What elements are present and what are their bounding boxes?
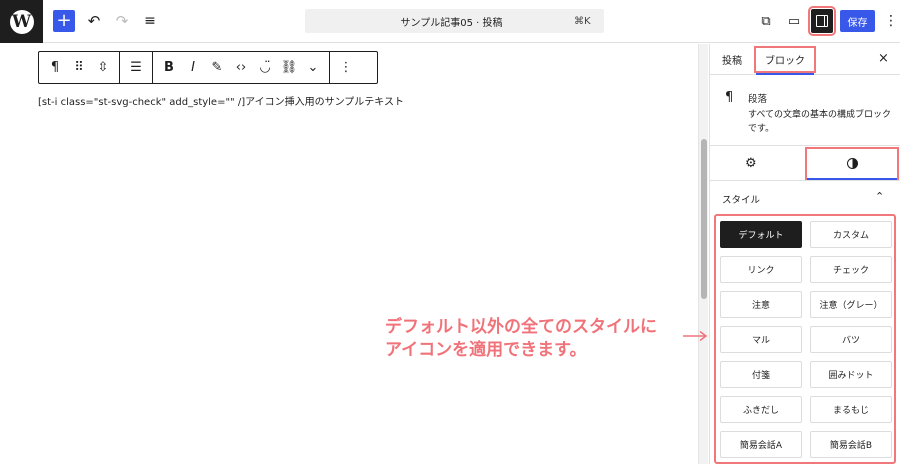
- sidebar-tabs: 投稿 ブロック ×: [710, 44, 900, 75]
- close-icon[interactable]: ×: [878, 51, 889, 66]
- style-round-letter-button[interactable]: まるもじ: [810, 396, 892, 423]
- settings-toggle-button[interactable]: [808, 6, 836, 36]
- chevron-up-icon[interactable]: ⌃: [875, 190, 884, 203]
- style-custom-button[interactable]: カスタム: [810, 221, 892, 248]
- style-caution-gray-button[interactable]: 注意（グレー）: [810, 291, 892, 318]
- align-icon[interactable]: ☰: [124, 56, 148, 80]
- redo-icon[interactable]: ↷: [112, 10, 132, 32]
- style-speech-bubble-button[interactable]: ふきだし: [720, 396, 802, 423]
- move-up-down-icon[interactable]: ⇳: [91, 56, 115, 80]
- preview-icon[interactable]: ▭: [785, 10, 803, 32]
- link-icon[interactable]: ⛓: [277, 56, 301, 80]
- block-options-icon[interactable]: ⋮: [334, 56, 358, 80]
- block-card: ¶ 段落 すべての文章の基本の構成ブロックです。: [710, 76, 900, 146]
- command-shortcut: ⌘K: [574, 15, 591, 27]
- annotation-callout: デフォルト以外の全てのスタイルに アイコンを適用できます。: [385, 316, 657, 362]
- command-bar[interactable]: サンプル記事05 · 投稿 ⌘K: [305, 9, 604, 33]
- paragraph-icon[interactable]: ¶: [43, 56, 67, 80]
- style-sticky-note-button[interactable]: 付箋: [720, 361, 802, 388]
- canvas-scrollbar[interactable]: [698, 44, 708, 464]
- tab-post[interactable]: 投稿: [722, 44, 742, 75]
- style-circle-button[interactable]: マル: [720, 326, 802, 353]
- annotation-line-2: アイコンを適用できます。: [385, 340, 587, 360]
- code-icon[interactable]: ‹›: [229, 56, 253, 80]
- highlight-icon[interactable]: ✎: [205, 56, 229, 80]
- editor-canvas[interactable]: ¶ ⠿ ⇳ ☰ B I ✎ ‹› ◡̈ ⛓ ⌄ ⋮ [st-i class="s…: [0, 44, 700, 464]
- italic-icon[interactable]: I: [181, 56, 205, 80]
- list-view-icon[interactable]: ≡: [140, 10, 160, 32]
- paragraph-block-icon: ¶: [725, 90, 734, 105]
- style-link-button[interactable]: リンク: [720, 256, 802, 283]
- tab-styles[interactable]: [805, 147, 899, 180]
- gear-icon[interactable]: ⚙: [745, 156, 757, 171]
- sidebar-panel-icon: [816, 15, 828, 27]
- annotation-arrow-icon: [683, 330, 708, 342]
- style-check-button[interactable]: チェック: [810, 256, 892, 283]
- block-toolbar-group-options: ⋮: [329, 52, 362, 83]
- style-caution-button[interactable]: 注意: [720, 291, 802, 318]
- style-cross-button[interactable]: バツ: [810, 326, 892, 353]
- chevron-down-icon[interactable]: ⌄: [301, 56, 325, 80]
- wordpress-logo[interactable]: W: [0, 0, 43, 43]
- editor-header: W + ↶ ↷ ≡ サンプル記事05 · 投稿 ⌘K ⧉ ▭ 保存 ⋮: [0, 0, 900, 43]
- bold-icon[interactable]: B: [157, 56, 181, 80]
- view-post-icon[interactable]: ⧉: [757, 10, 775, 32]
- styles-panel-heading[interactable]: スタイル: [722, 192, 760, 206]
- tab-block[interactable]: ブロック: [754, 46, 816, 75]
- drag-handle-icon[interactable]: ⠿: [67, 56, 91, 80]
- annotation-line-1: デフォルト以外の全てのスタイルに: [385, 317, 657, 337]
- block-toolbar: ¶ ⠿ ⇳ ☰ B I ✎ ‹› ◡̈ ⛓ ⌄ ⋮: [38, 51, 378, 84]
- block-description: すべての文章の基本の構成ブロックです。: [748, 110, 892, 134]
- block-toolbar-group-align: ☰: [119, 52, 152, 83]
- style-default-button[interactable]: デフォルト: [720, 221, 802, 248]
- style-chat-a-button[interactable]: 簡易会話A: [720, 431, 802, 458]
- inspector-tabs: ⚙: [710, 147, 900, 181]
- document-title: サンプル記事05 · 投稿: [400, 17, 503, 29]
- block-toolbar-group-transform: ¶ ⠿ ⇳: [39, 52, 119, 83]
- paragraph-block[interactable]: [st-i class="st-svg-check" add_style="" …: [38, 93, 404, 108]
- style-chat-b-button[interactable]: 簡易会話B: [810, 431, 892, 458]
- block-styles-grid: デフォルト カスタム リンク チェック 注意 注意（グレー） マル バツ 付箋 …: [714, 214, 896, 464]
- style-dotted-box-button[interactable]: 囲みドット: [810, 361, 892, 388]
- undo-icon[interactable]: ↶: [84, 10, 104, 32]
- scrollbar-thumb[interactable]: [701, 139, 707, 299]
- more-options-icon[interactable]: ⋮: [884, 10, 898, 32]
- styles-contrast-icon: [846, 158, 858, 169]
- block-toolbar-group-format: B I ✎ ‹› ◡̈ ⛓ ⌄: [152, 52, 329, 83]
- save-button[interactable]: 保存: [840, 10, 875, 32]
- block-title: 段落: [748, 94, 768, 105]
- settings-sidebar: 投稿 ブロック × ¶ 段落 すべての文章の基本の構成ブロックです。 ⚙ スタイ…: [709, 44, 900, 464]
- add-block-button[interactable]: +: [53, 10, 75, 32]
- wordpress-icon: W: [9, 9, 34, 34]
- emoji-icon[interactable]: ◡̈: [253, 56, 277, 80]
